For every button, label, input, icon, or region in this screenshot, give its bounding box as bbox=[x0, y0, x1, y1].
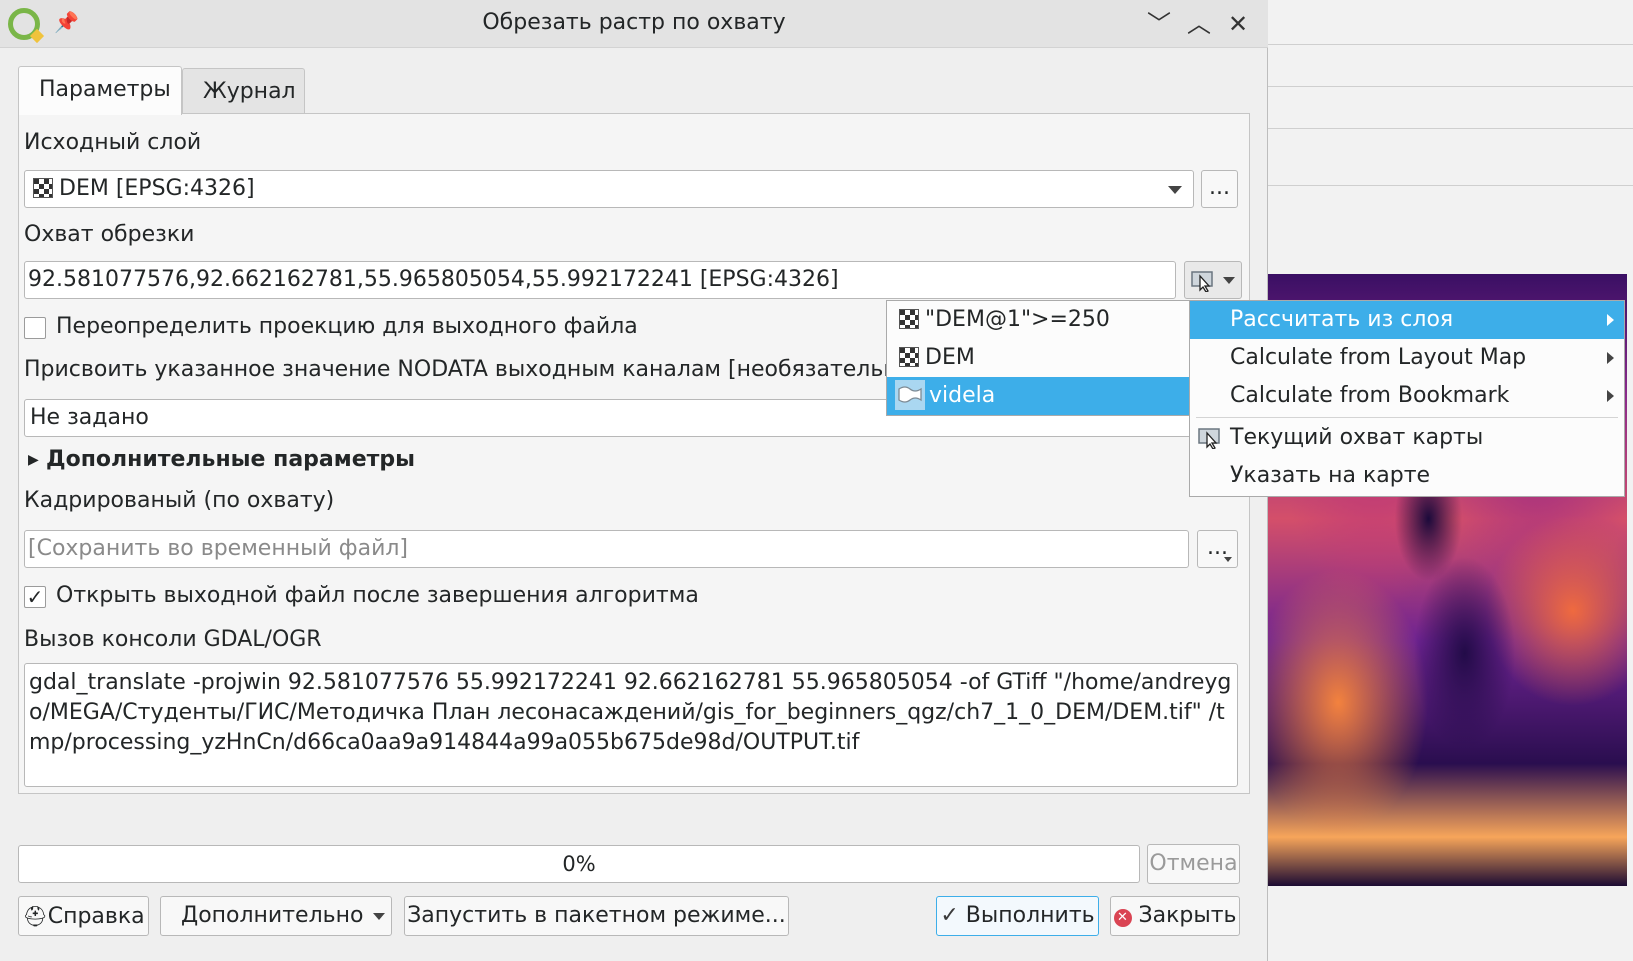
tab-log[interactable]: Журнал bbox=[182, 68, 305, 114]
menu-item-calculate-from-bookmark[interactable]: Calculate from Bookmark bbox=[1190, 377, 1624, 415]
menu-item-calculate-from-layer[interactable]: Рассчитать из слоя bbox=[1190, 301, 1624, 339]
menu-item-label: Указать на карте bbox=[1230, 463, 1431, 488]
override-crs-label: Переопределить проекцию для выходного фа… bbox=[56, 314, 638, 339]
output-label: Кадрированый (по охвату) bbox=[24, 488, 335, 513]
open-output-checkbox[interactable]: ✓ bbox=[24, 586, 46, 608]
chevron-right-icon bbox=[1607, 390, 1614, 402]
window-title: Обрезать растр по охвату bbox=[482, 10, 786, 35]
help-button-label: Справка bbox=[47, 904, 145, 929]
input-layer-browse-button[interactable]: ... bbox=[1201, 170, 1238, 208]
layer-item-dem-condition[interactable]: "DEM@1">=250 bbox=[887, 301, 1189, 339]
extent-options-button[interactable] bbox=[1184, 261, 1242, 299]
maximize-icon[interactable]: ︿ bbox=[1183, 8, 1215, 40]
layer-item-label: videla bbox=[929, 383, 996, 408]
extent-context-menu: Рассчитать из слоя Calculate from Layout… bbox=[1189, 300, 1625, 497]
raster-layer-icon bbox=[899, 347, 919, 367]
minimize-icon[interactable]: ﹀ bbox=[1143, 8, 1175, 40]
close-button-label: Закрыть bbox=[1138, 903, 1237, 928]
layer-item-dem[interactable]: DEM bbox=[887, 339, 1189, 377]
chevron-down-icon[interactable] bbox=[1223, 277, 1235, 284]
menu-item-label: Calculate from Bookmark bbox=[1230, 383, 1510, 408]
title-bar[interactable]: 📌 Обрезать растр по охвату ﹀ ︿ ✕ bbox=[0, 0, 1268, 48]
menu-separator bbox=[1196, 417, 1618, 418]
raster-layer-icon bbox=[899, 309, 919, 329]
menu-item-label: Текущий охват карты bbox=[1230, 425, 1484, 450]
extent-input[interactable]: 92.581077576,92.662162781,55.965805054,5… bbox=[24, 261, 1176, 299]
close-icon[interactable]: ✕ bbox=[1222, 8, 1254, 40]
menu-item-label: Рассчитать из слоя bbox=[1230, 307, 1454, 332]
close-button[interactable]: ✕ Закрыть bbox=[1110, 896, 1240, 936]
run-batch-button[interactable]: Запустить в пакетном режиме... bbox=[404, 896, 789, 936]
lifebuoy-icon: ⛑ bbox=[22, 904, 48, 928]
polygon-layer-icon bbox=[895, 380, 925, 410]
open-output-label: Открыть выходной файл после завершения а… bbox=[56, 583, 699, 608]
advanced-button-label: Дополнительно bbox=[181, 903, 364, 928]
chevron-down-icon[interactable] bbox=[1168, 186, 1182, 194]
output-file-input[interactable]: [Сохранить во временный файл] bbox=[24, 530, 1189, 568]
layer-item-label: DEM bbox=[925, 345, 975, 370]
help-button[interactable]: ⛑Справка bbox=[18, 896, 149, 936]
output-browse-button[interactable]: ... bbox=[1197, 530, 1238, 568]
expand-arrow-icon[interactable]: ▶ bbox=[28, 452, 39, 468]
chevron-right-icon bbox=[1607, 352, 1614, 364]
menu-item-current-map-extent[interactable]: Текущий охват карты bbox=[1190, 419, 1624, 457]
menu-item-calculate-from-layout-map[interactable]: Calculate from Layout Map bbox=[1190, 339, 1624, 377]
menu-item-draw-on-map[interactable]: Указать на карте bbox=[1190, 457, 1624, 495]
progress-bar: 0% bbox=[18, 845, 1140, 883]
advanced-menu-button[interactable]: Дополнительно bbox=[160, 896, 392, 936]
cancel-button[interactable]: Отмена bbox=[1147, 844, 1240, 884]
close-circle-icon: ✕ bbox=[1113, 909, 1132, 927]
input-layer-combobox[interactable]: DEM [EPSG:4326] bbox=[24, 170, 1194, 208]
clip-raster-dialog: 📌 Обрезать растр по охвату ﹀ ︿ ✕ Парамет… bbox=[0, 0, 1268, 961]
tab-parameters[interactable]: Параметры bbox=[18, 66, 182, 115]
advanced-parameters-toggle[interactable]: Дополнительные параметры bbox=[46, 447, 415, 472]
layer-item-label: "DEM@1">=250 bbox=[925, 307, 1110, 332]
run-button[interactable]: ✓ Выполнить bbox=[936, 896, 1099, 936]
menu-item-label: Calculate from Layout Map bbox=[1230, 345, 1527, 370]
input-layer-label: Исходный слой bbox=[24, 130, 202, 155]
gdal-command-label: Вызов консоли GDAL/OGR bbox=[24, 627, 322, 652]
gdal-command-text[interactable]: gdal_translate -projwin 92.581077576 55.… bbox=[24, 663, 1238, 787]
extent-label: Охват обрезки bbox=[24, 222, 195, 247]
chevron-right-icon bbox=[1607, 314, 1614, 326]
input-layer-value: DEM [EPSG:4326] bbox=[59, 176, 255, 201]
raster-layer-icon bbox=[33, 178, 53, 198]
checkmark-icon: ✓ bbox=[940, 903, 959, 928]
layer-item-videla[interactable]: videla bbox=[887, 377, 1189, 415]
nodata-label: Присвоить указанное значение NODATA выхо… bbox=[24, 357, 920, 382]
override-crs-checkbox[interactable] bbox=[24, 317, 46, 339]
map-cursor-icon bbox=[1198, 428, 1220, 449]
chevron-down-icon[interactable] bbox=[373, 913, 385, 920]
map-cursor-icon bbox=[1191, 271, 1213, 292]
run-button-label: Выполнить bbox=[965, 903, 1095, 928]
chevron-down-icon[interactable] bbox=[1224, 557, 1232, 562]
layer-list-popup: "DEM@1">=250 DEM videla bbox=[886, 300, 1190, 416]
